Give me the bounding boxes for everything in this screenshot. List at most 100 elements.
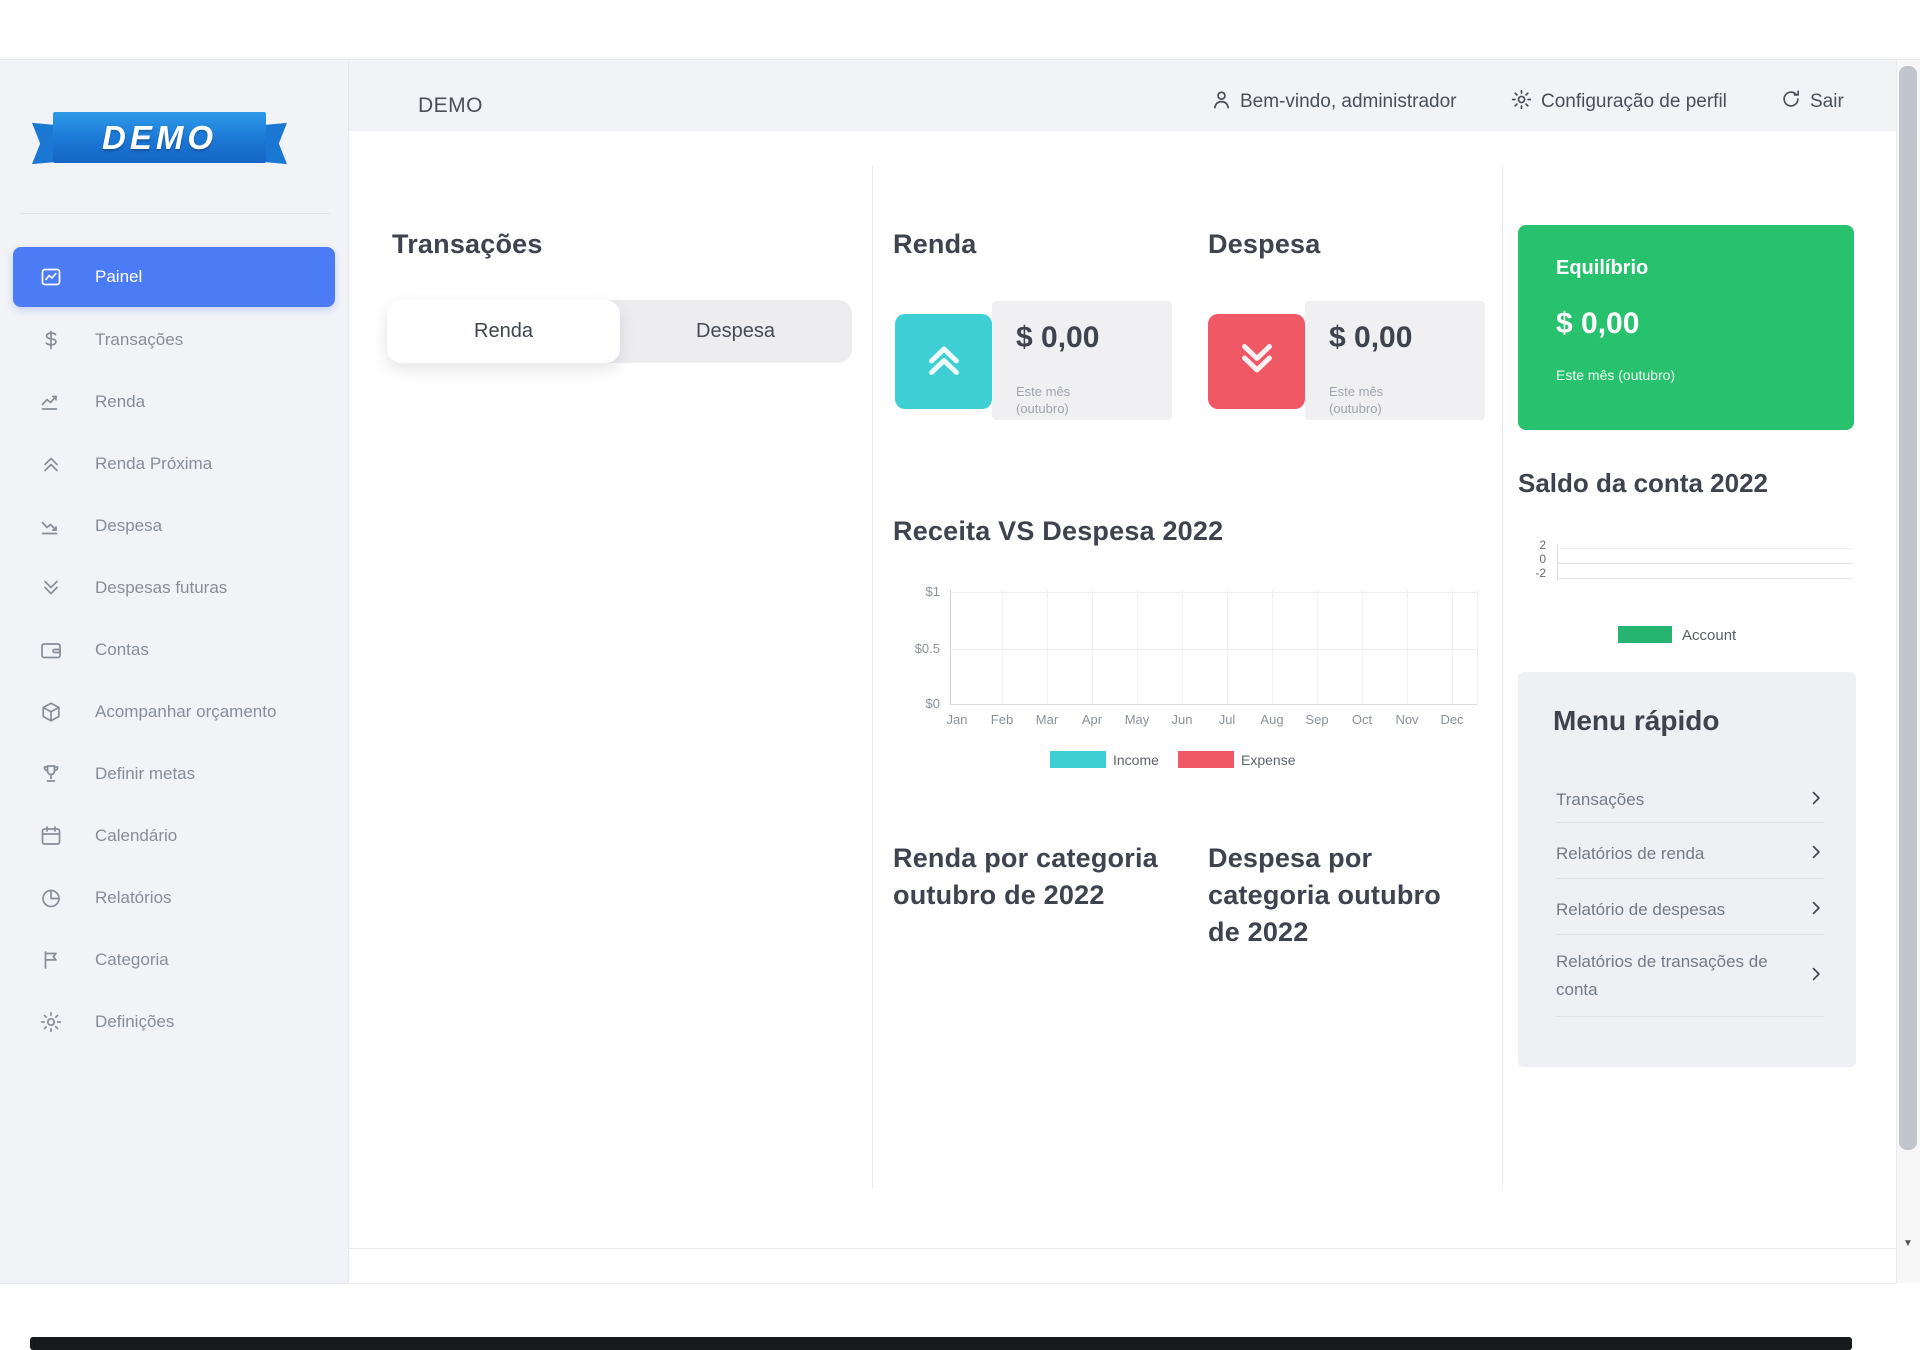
scrollbar-down-arrow[interactable]: ▼ (1901, 1238, 1915, 1250)
gridline (1407, 590, 1408, 704)
income-by-category-line2: outubro de 2022 (893, 877, 1163, 914)
scrollbar-thumb[interactable] (1899, 66, 1917, 1150)
account-legend-swatch (1618, 626, 1672, 643)
balance-card: Equilíbrio $ 0,00 Este mês (outubro) (1518, 225, 1854, 430)
profile-gear-icon[interactable] (1510, 88, 1533, 116)
logout-icon[interactable] (1780, 88, 1802, 115)
gridline (1477, 590, 1478, 704)
expense-legend-label: Expense (1241, 752, 1295, 768)
dollar-icon (39, 328, 63, 352)
sidebar-item-label: Relatórios (95, 888, 172, 908)
trend-up-icon (39, 390, 63, 414)
gear-icon (39, 1010, 63, 1034)
profile-settings-link[interactable]: Configuração de perfil (1541, 91, 1727, 113)
income-panel: $ 0,00 Este mês (outubro) (992, 301, 1172, 420)
gridline (1557, 578, 1852, 579)
chevrons-down-icon (39, 576, 63, 600)
sidebar-item-label: Acompanhar orçamento (95, 702, 276, 722)
quick-menu-divider (1556, 822, 1824, 823)
gridline (1227, 590, 1228, 704)
income-tile (895, 314, 992, 409)
tab-despesa-label: Despesa (696, 320, 775, 343)
x-tick-label: Jul (1205, 712, 1249, 727)
gridline (950, 649, 1477, 650)
calendar-icon (39, 824, 63, 848)
income-by-category-title: Renda por categoria outubro de 2022 (893, 840, 1163, 914)
quick-menu-item-relatorios-transacoes-conta[interactable]: Relatórios de transações de conta (1556, 944, 1826, 1008)
sidebar-item-categoria[interactable]: Categoria (13, 929, 335, 991)
trophy-icon (39, 762, 63, 786)
sidebar-item-label: Calendário (95, 826, 177, 846)
sidebar-item-label: Renda Próxima (95, 454, 212, 474)
expense-by-category-line1: Despesa por (1208, 840, 1468, 877)
logo-ribbon-band: DEMO (53, 112, 266, 163)
quick-menu-divider (1556, 934, 1824, 935)
sidebar-item-label: Categoria (95, 950, 169, 970)
x-tick-label: Jan (935, 712, 979, 727)
x-tick-label: Nov (1385, 712, 1429, 727)
y-tick-label: $1 (890, 584, 940, 599)
sidebar-item-acompanhar-orcamento[interactable]: Acompanhar orçamento (13, 681, 335, 743)
sidebar-item-transacoes[interactable]: Transações (13, 309, 335, 371)
sidebar-item-painel[interactable]: Painel (13, 247, 335, 307)
x-tick-label: Apr (1070, 712, 1114, 727)
expense-period-line1: Este mês (1329, 383, 1383, 400)
y-tick-label: -2 (1522, 566, 1546, 580)
chevron-right-icon (1806, 964, 1826, 989)
chevron-right-icon (1806, 842, 1826, 867)
income-vs-expense-title: Receita VS Despesa 2022 (893, 513, 1223, 550)
sidebar-item-despesas-futuras[interactable]: Despesas futuras (13, 557, 335, 619)
expense-amount: $ 0,00 (1329, 321, 1412, 355)
sidebar-item-renda[interactable]: Renda (13, 371, 335, 433)
expense-panel: $ 0,00 Este mês (outubro) (1305, 301, 1485, 420)
sidebar-item-label: Definir metas (95, 764, 195, 784)
gridline (1092, 590, 1093, 704)
sidebar-item-calendario[interactable]: Calendário (13, 805, 335, 867)
x-tick-label: Sep (1295, 712, 1339, 727)
gridline (1362, 590, 1363, 704)
quick-menu-item-transacoes[interactable]: Transações (1556, 780, 1826, 820)
income-legend-label: Income (1113, 752, 1159, 768)
expense-title: Despesa (1208, 226, 1320, 263)
dashboard-icon (39, 265, 63, 289)
quick-menu-item-label: Relatórios de transações de conta (1556, 948, 1791, 1004)
chevrons-up-icon (921, 336, 967, 387)
sidebar-item-label: Despesas futuras (95, 578, 227, 598)
tab-renda[interactable]: Renda (387, 300, 620, 363)
expense-by-category-title: Despesa por categoria outubro de 2022 (1208, 840, 1468, 951)
income-title: Renda (893, 226, 977, 263)
bottom-bar (30, 1337, 1852, 1350)
expense-legend-swatch (1178, 751, 1234, 768)
quick-menu-item-relatorio-despesas[interactable]: Relatório de despesas (1556, 890, 1826, 930)
sidebar-item-label: Transações (95, 330, 183, 350)
dashboard-page: DEMO Painel Transações Renda Renda Próxi… (0, 0, 1920, 1350)
chevron-right-icon (1806, 898, 1826, 923)
logout-link[interactable]: Sair (1810, 91, 1844, 113)
gridline (1182, 590, 1183, 704)
chevrons-down-icon (1234, 336, 1280, 387)
transactions-title: Transações (392, 226, 543, 263)
box-icon (39, 700, 63, 724)
sidebar-item-despesa[interactable]: Despesa (13, 495, 335, 557)
income-legend-swatch (1050, 751, 1106, 768)
tab-despesa[interactable]: Despesa (619, 300, 852, 363)
gridline (1272, 590, 1273, 704)
sidebar-item-definicoes[interactable]: Definições (13, 991, 335, 1053)
chevrons-up-icon (39, 452, 63, 476)
quick-menu-item-label: Relatórios de renda (1556, 840, 1704, 868)
sidebar-item-definir-metas[interactable]: Definir metas (13, 743, 335, 805)
y-tick-label: $0 (890, 696, 940, 711)
quick-menu-divider (1556, 878, 1824, 879)
sidebar-item-label: Renda (95, 392, 145, 412)
quick-menu-item-relatorios-renda[interactable]: Relatórios de renda (1556, 834, 1826, 874)
sidebar-item-contas[interactable]: Contas (13, 619, 335, 681)
x-axis-line (950, 704, 1477, 705)
sidebar-item-relatorios[interactable]: Relatórios (13, 867, 335, 929)
transactions-tab-control: Renda Despesa (387, 300, 852, 363)
sidebar-item-label: Definições (95, 1012, 174, 1032)
x-tick-label: Dec (1430, 712, 1474, 727)
sidebar-item-renda-proxima[interactable]: Renda Próxima (13, 433, 335, 495)
pie-chart-icon (39, 886, 63, 910)
quick-menu-title: Menu rápido (1553, 705, 1719, 737)
expense-tile (1208, 314, 1305, 409)
